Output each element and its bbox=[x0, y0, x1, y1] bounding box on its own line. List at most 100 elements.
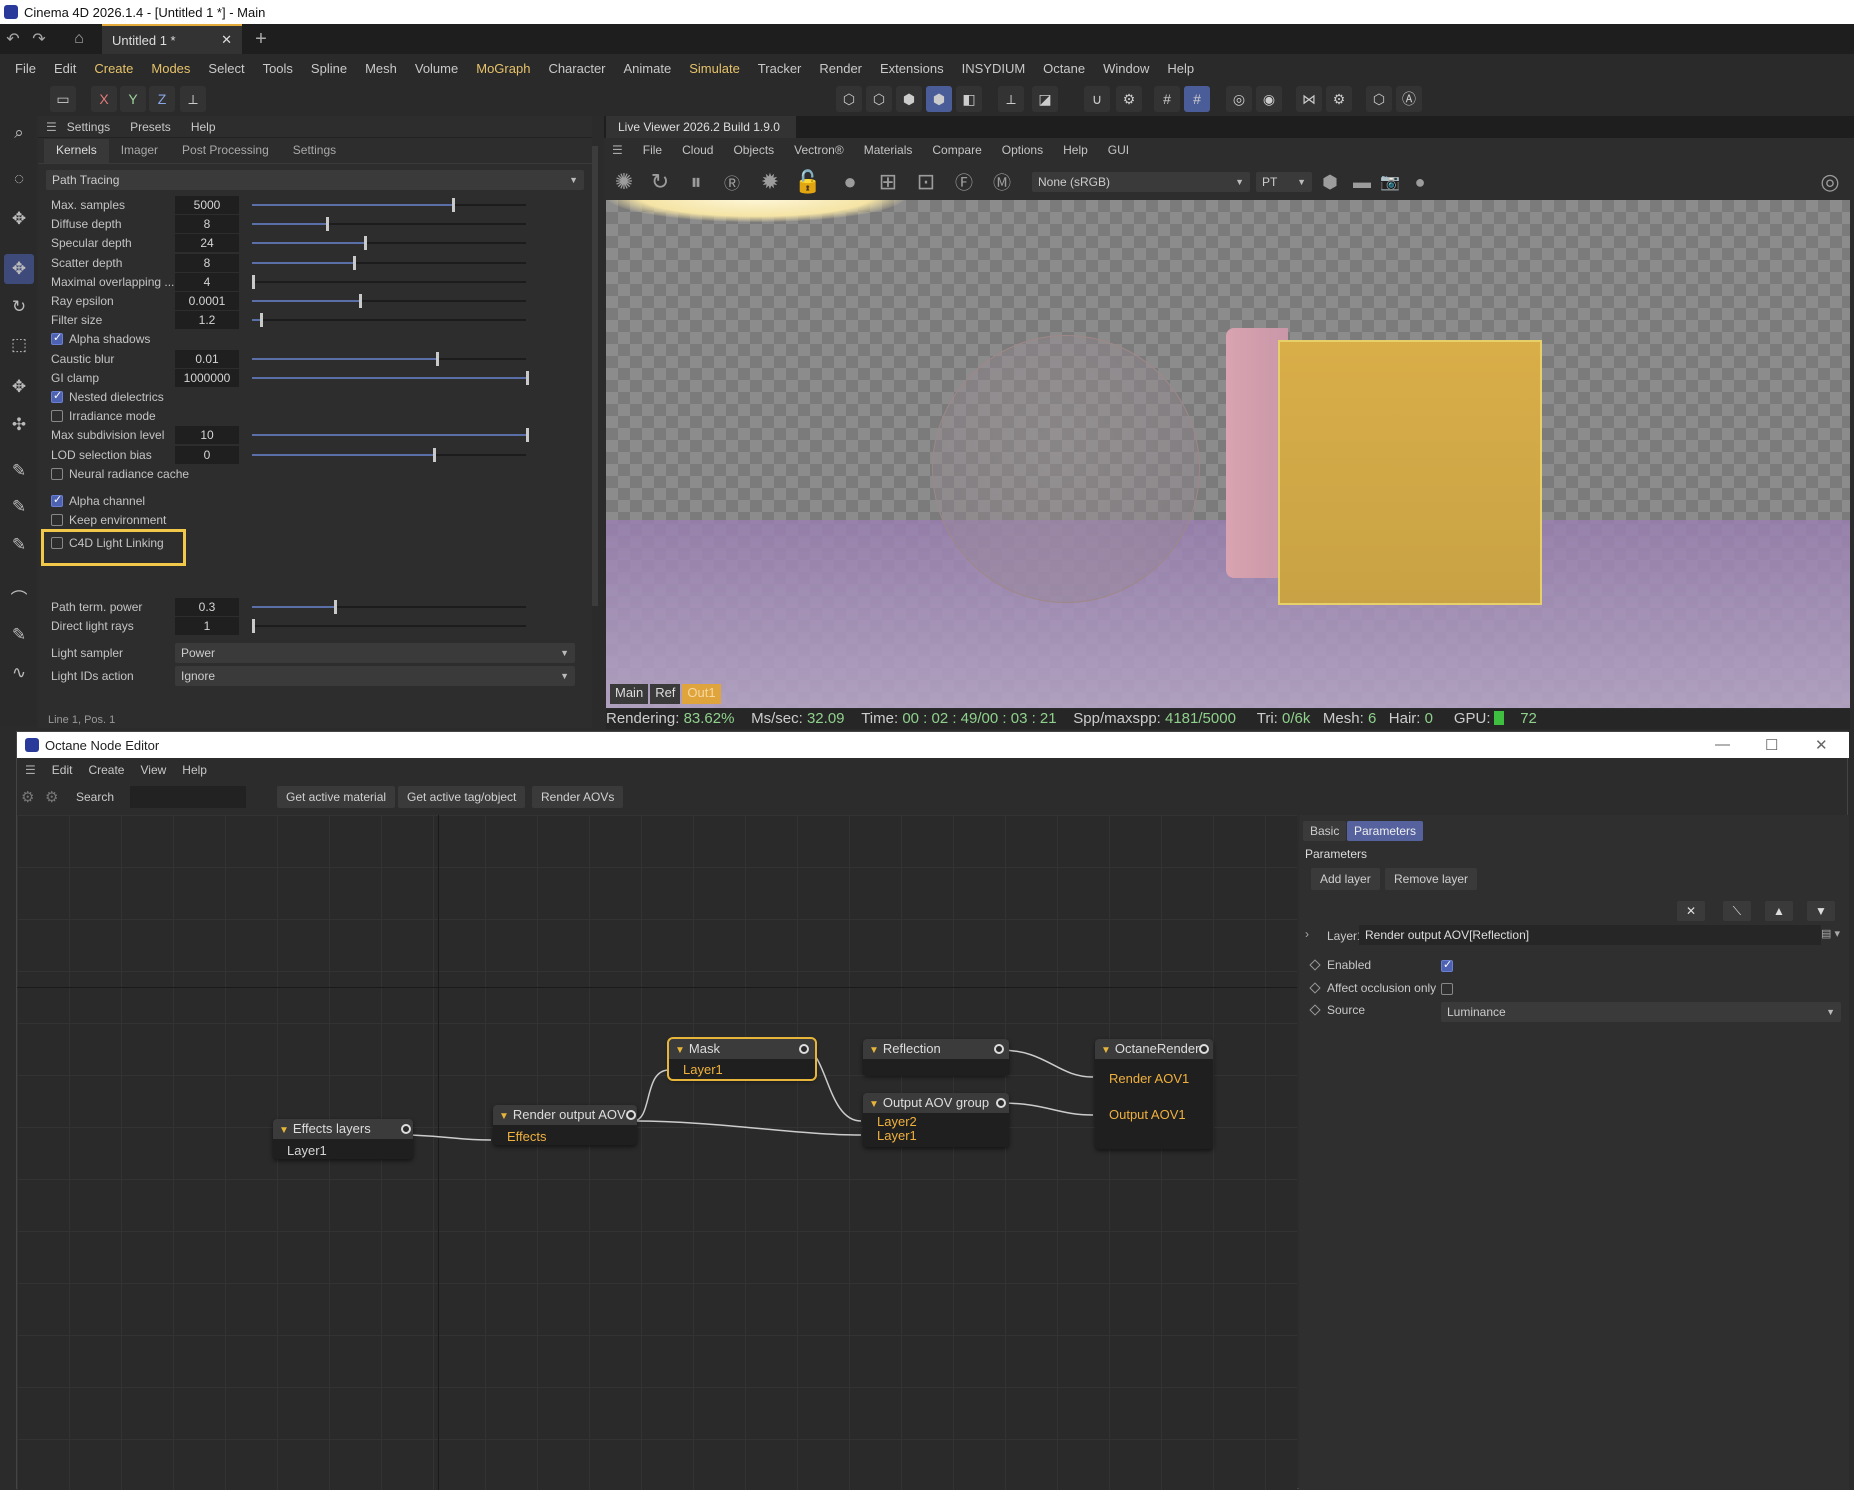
render-region-icon[interactable]: ◎ bbox=[1226, 86, 1252, 112]
param-value-field[interactable]: 1.2 bbox=[175, 311, 239, 330]
maximize-icon[interactable]: ☐ bbox=[1765, 736, 1778, 754]
get-active-tag-button[interactable]: Get active tag/object bbox=[398, 786, 526, 808]
menu-animate[interactable]: Animate bbox=[615, 61, 681, 76]
scale-icon[interactable]: ⬚ bbox=[4, 330, 34, 360]
checkbox-row-keep_environment[interactable]: Keep environment bbox=[38, 510, 578, 530]
slider-handle[interactable] bbox=[325, 217, 329, 232]
param-slider[interactable] bbox=[252, 198, 526, 212]
brush-icon[interactable]: ⌒ bbox=[4, 582, 34, 612]
node-octane-render[interactable]: ▼ OctaneRender Render AOV1 Output AOV1 bbox=[1095, 1039, 1213, 1149]
menu-mesh[interactable]: Mesh bbox=[356, 61, 406, 76]
lv-menu-materials[interactable]: Materials bbox=[864, 143, 913, 157]
checkbox-row-alpha_shadows[interactable]: Alpha shadows bbox=[38, 329, 578, 349]
node-effects-layers[interactable]: ▼ Effects layers Layer1 bbox=[273, 1119, 413, 1159]
output-port-icon[interactable] bbox=[626, 1110, 636, 1120]
edit-layer-icon[interactable]: ⟍ bbox=[1723, 901, 1751, 921]
param-value-field[interactable]: 0 bbox=[175, 445, 239, 464]
settings-gear-icon[interactable]: ✹ bbox=[756, 168, 784, 196]
axis-x-button[interactable]: X bbox=[91, 86, 117, 112]
menu-octane[interactable]: Octane bbox=[1034, 61, 1094, 76]
tab-kernels[interactable]: Kernels bbox=[44, 139, 109, 163]
lv-menu-options[interactable]: Options bbox=[1002, 143, 1043, 157]
keyframe-diamond-icon[interactable] bbox=[1309, 959, 1321, 971]
lock-icon[interactable]: 🔓 bbox=[794, 168, 822, 196]
paint-icon[interactable]: ✎ bbox=[4, 620, 34, 650]
get-active-material-button[interactable]: Get active material bbox=[277, 786, 396, 808]
chevron-right-icon[interactable]: › bbox=[1305, 927, 1309, 941]
param-slider[interactable] bbox=[252, 447, 526, 462]
material-m-icon[interactable]: Ⓜ bbox=[988, 168, 1016, 196]
settings-gear-icon[interactable]: ⚙ bbox=[21, 788, 34, 806]
param-slider[interactable] bbox=[252, 255, 526, 270]
live-viewer-tab[interactable]: Live Viewer 2026.2 Build 1.9.0 bbox=[606, 116, 796, 138]
checkbox[interactable] bbox=[51, 410, 63, 423]
collapse-triangle-icon[interactable]: ▼ bbox=[279, 1125, 289, 1136]
slider-handle[interactable] bbox=[252, 274, 255, 289]
tab-basic[interactable]: Basic bbox=[1303, 821, 1347, 841]
slider-handle[interactable] bbox=[353, 255, 357, 270]
checkbox[interactable] bbox=[51, 514, 63, 527]
move-up-icon[interactable]: ▲ bbox=[1765, 901, 1793, 921]
lv-menu-objects[interactable]: Objects bbox=[733, 143, 774, 157]
menu-edit[interactable]: Edit bbox=[45, 61, 85, 76]
checkbox[interactable] bbox=[51, 467, 63, 480]
param-value-field[interactable]: 1000000 bbox=[175, 368, 239, 387]
workplane-icon[interactable]: # bbox=[1184, 86, 1210, 112]
minimize-icon[interactable]: — bbox=[1715, 736, 1730, 753]
camera-icon[interactable]: 📷 bbox=[1376, 168, 1404, 196]
node-port[interactable]: Layer1 bbox=[877, 1128, 917, 1143]
slider-handle[interactable] bbox=[526, 370, 529, 385]
pen-icon[interactable]: ✎ bbox=[4, 456, 34, 486]
param-slider[interactable] bbox=[252, 274, 526, 289]
menu-window[interactable]: Window bbox=[1094, 61, 1158, 76]
view-tab-ref[interactable]: Ref bbox=[650, 684, 681, 704]
node-render-output-aov[interactable]: ▼ Render output AOV Effects bbox=[493, 1105, 637, 1145]
param-slider[interactable] bbox=[252, 370, 529, 385]
menu-spline[interactable]: Spline bbox=[302, 61, 356, 76]
node-port[interactable]: Layer1 bbox=[683, 1062, 723, 1077]
checkbox-row-alpha_channel[interactable]: Alpha channel bbox=[38, 491, 578, 511]
tab-settings[interactable]: Settings bbox=[281, 139, 348, 163]
material-ball-icon[interactable]: ● bbox=[836, 168, 864, 196]
menu-select[interactable]: Select bbox=[199, 61, 253, 76]
node-port[interactable]: Effects bbox=[507, 1129, 547, 1144]
output-port-icon[interactable] bbox=[996, 1098, 1006, 1108]
node-port[interactable]: Output AOV1 bbox=[1109, 1107, 1186, 1122]
hamburger-icon[interactable]: ☰ bbox=[46, 120, 57, 134]
output-port-icon[interactable] bbox=[799, 1044, 809, 1054]
search-icon[interactable]: ⌕ bbox=[4, 118, 34, 148]
link-icon[interactable]: ▤ ▾ bbox=[1821, 927, 1840, 940]
slider-handle[interactable] bbox=[526, 428, 529, 443]
ne-menu-help[interactable]: Help bbox=[182, 763, 207, 777]
lv-menu-compare[interactable]: Compare bbox=[932, 143, 981, 157]
send-scene-icon[interactable]: ✺ bbox=[610, 168, 638, 196]
keyframe-diamond-icon[interactable] bbox=[1309, 982, 1321, 994]
octane-aov-icon[interactable]: Ⓐ bbox=[1396, 86, 1422, 112]
hamburger-icon[interactable]: ☰ bbox=[612, 143, 623, 157]
symmetry-icon[interactable]: ⋈ bbox=[1296, 86, 1322, 112]
kernel-short-dropdown[interactable]: PT ▼ bbox=[1256, 172, 1312, 192]
menu-render[interactable]: Render bbox=[810, 61, 871, 76]
node-mask[interactable]: ▼ Mask Layer1 bbox=[667, 1037, 817, 1081]
axis-z-button[interactable]: Z bbox=[149, 86, 175, 112]
param-slider[interactable] bbox=[252, 313, 526, 328]
render-settings-icon[interactable]: ⚙ bbox=[1326, 86, 1352, 112]
param-value-field[interactable]: 10 bbox=[175, 426, 239, 445]
transform-icon[interactable]: ✥ bbox=[4, 372, 34, 402]
render-aovs-button[interactable]: Render AOVs bbox=[532, 786, 624, 808]
param-slider[interactable] bbox=[252, 217, 526, 232]
param-value-field[interactable]: 4 bbox=[175, 272, 239, 291]
checkbox-row-irradiance_mode[interactable]: Irradiance mode bbox=[38, 406, 578, 426]
collapse-triangle-icon[interactable]: ▼ bbox=[869, 1099, 879, 1110]
document-tab[interactable]: Untitled 1 * ✕ bbox=[102, 24, 242, 54]
slider-handle[interactable] bbox=[432, 447, 436, 462]
node-reflection[interactable]: ▼ Reflection bbox=[863, 1039, 1009, 1075]
snap-settings-icon[interactable]: ⚙ bbox=[1116, 86, 1142, 112]
menu-mograph[interactable]: MoGraph bbox=[467, 61, 539, 76]
add-layer-button[interactable]: Add layer bbox=[1311, 868, 1380, 890]
menu-modes[interactable]: Modes bbox=[142, 61, 199, 76]
node-port[interactable]: Layer1 bbox=[287, 1143, 327, 1158]
render-viewport[interactable] bbox=[606, 200, 1850, 708]
tweak-icon[interactable]: ✥ bbox=[4, 204, 34, 234]
home-icon[interactable]: ⌂ bbox=[66, 26, 92, 52]
